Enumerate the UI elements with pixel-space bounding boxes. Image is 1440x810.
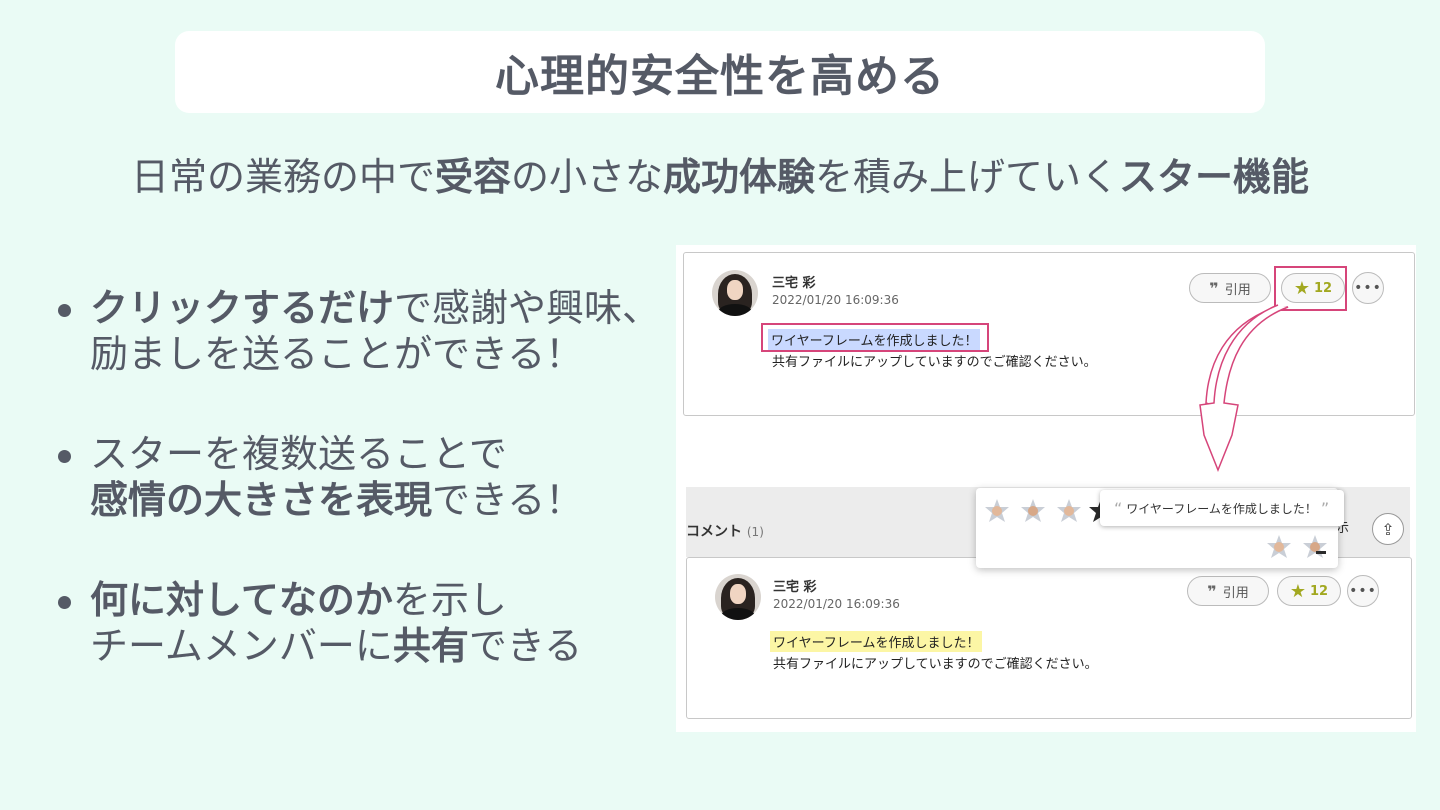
bullet-text: できる [468,624,583,668]
slide-title: 心理的安全性を高める [495,51,945,102]
subtitle-bold: 成功体験 [663,155,816,199]
bullet-bold: 感情の大きさを表現 [90,478,433,522]
bullet-dot [58,596,71,609]
bullet-text: チームメンバーに [90,624,393,668]
bullet-text: スターを複数送ることで [90,432,507,476]
bullet-2: スターを複数送ることで 感情の大きさを表現できる！ [58,431,678,523]
subtitle-bold: スター機能 [1119,155,1310,199]
app-screenshot: 三宅 彩 2022/01/20 16:09:36 ワイヤーフレームを作成しました… [676,245,1416,732]
subtitle-part: を積み上げていく [815,155,1120,199]
bullet-text: できる！ [432,478,584,522]
curved-arrow-icon [1199,304,1289,473]
bullet-dot [58,304,71,317]
bullet-list: クリックするだけで感謝や興味、 励ましを送ることができる！ スターを複数送ること… [58,285,678,723]
bullet-bold: 共有 [392,624,469,668]
bullet-dot [58,450,71,463]
bullet-bold: 何に対してなのか [90,578,393,622]
bullet-text: で感謝や興味、 [394,286,661,330]
bullet-text: 励ましを送ることができる！ [90,332,584,376]
bullet-3: 何に対してなのかを示し チームメンバーに共有できる [58,577,678,669]
subtitle-bold: 受容 [434,155,511,199]
bullet-bold: クリックするだけ [90,286,395,330]
bullet-text: を示し [392,578,507,622]
bullet-1: クリックするだけで感謝や興味、 励ましを送ることができる！ [58,285,678,377]
title-box: 心理的安全性を高める [175,31,1265,113]
subtitle-part: の小さな [510,155,663,199]
subtitle-part: 日常の業務の中で [130,155,435,199]
slide-subtitle: 日常の業務の中で受容の小さな成功体験を積み上げていくスター機能 [0,146,1440,201]
